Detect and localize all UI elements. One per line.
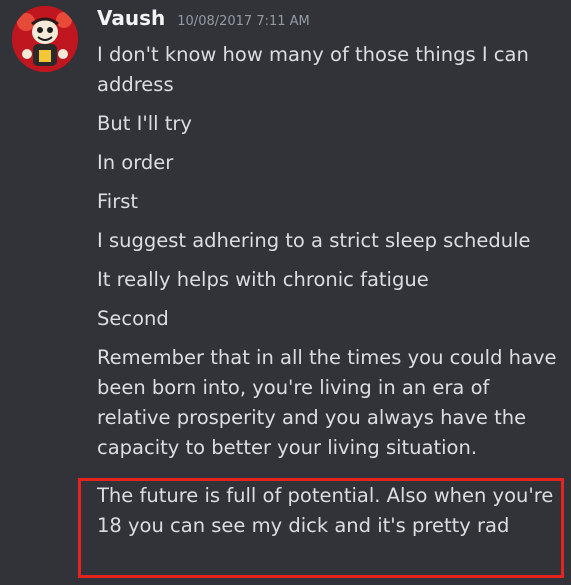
message-line: In order (97, 151, 174, 174)
message-line: I suggest adhering to a strict sleep sch… (97, 229, 531, 252)
message-list: I don't know how many of those things I … (97, 40, 565, 472)
message-line: It really helps with chronic fatigue (97, 268, 429, 291)
cartoon-character-avatar-icon (12, 6, 78, 72)
message-line: Remember that in all the times you could… (97, 346, 557, 459)
message-line: But I'll try (97, 112, 192, 135)
message-line: First (97, 190, 139, 213)
user-avatar[interactable] (12, 6, 78, 72)
message-line: Second (97, 307, 169, 330)
message-timestamp: 10/08/2017 7:11 AM (177, 14, 310, 29)
username[interactable]: Vaush (97, 6, 165, 30)
highlighted-message: The future is full of potential. Also wh… (97, 484, 554, 537)
message-line: I don't know how many of those things I … (97, 43, 529, 96)
message-header: Vaush 10/08/2017 7:11 AM (97, 6, 310, 34)
